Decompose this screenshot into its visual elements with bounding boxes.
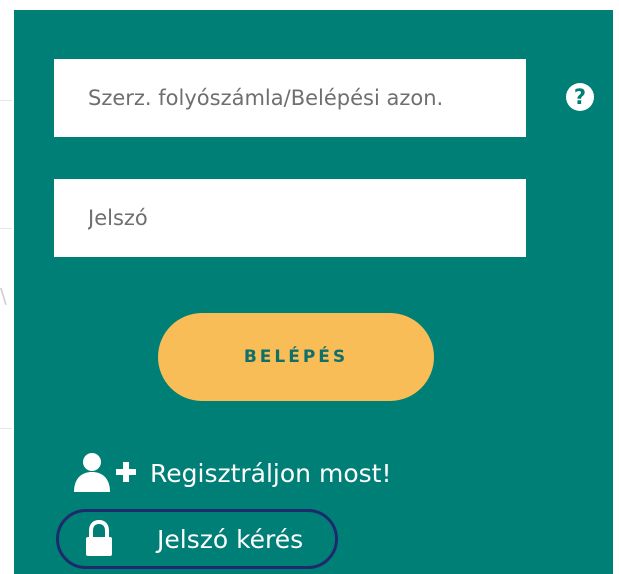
lock-icon xyxy=(86,519,112,556)
panel-edge xyxy=(613,10,619,574)
add-user-icon xyxy=(74,453,136,492)
register-link[interactable]: Regisztráljon most! xyxy=(72,452,391,494)
login-panel: ? BELÉPÉS Regisztráljon most! Jelszó kér… xyxy=(14,10,619,574)
background-divider xyxy=(0,100,12,101)
background-edge: \ xyxy=(0,0,14,574)
login-button[interactable]: BELÉPÉS xyxy=(158,313,434,401)
help-icon[interactable]: ? xyxy=(566,83,594,111)
password-input[interactable] xyxy=(54,179,526,257)
background-fragment: \ xyxy=(0,284,7,308)
password-request-link[interactable]: Jelszó kérés xyxy=(56,509,338,569)
password-request-label: Jelszó kérés xyxy=(157,524,304,554)
register-label: Regisztráljon most! xyxy=(150,458,392,488)
username-input[interactable] xyxy=(54,59,526,137)
background-divider xyxy=(0,428,12,429)
login-page: \ ? BELÉPÉS Regisztráljon most! Jelszó k… xyxy=(0,0,619,574)
background-divider xyxy=(0,228,12,229)
